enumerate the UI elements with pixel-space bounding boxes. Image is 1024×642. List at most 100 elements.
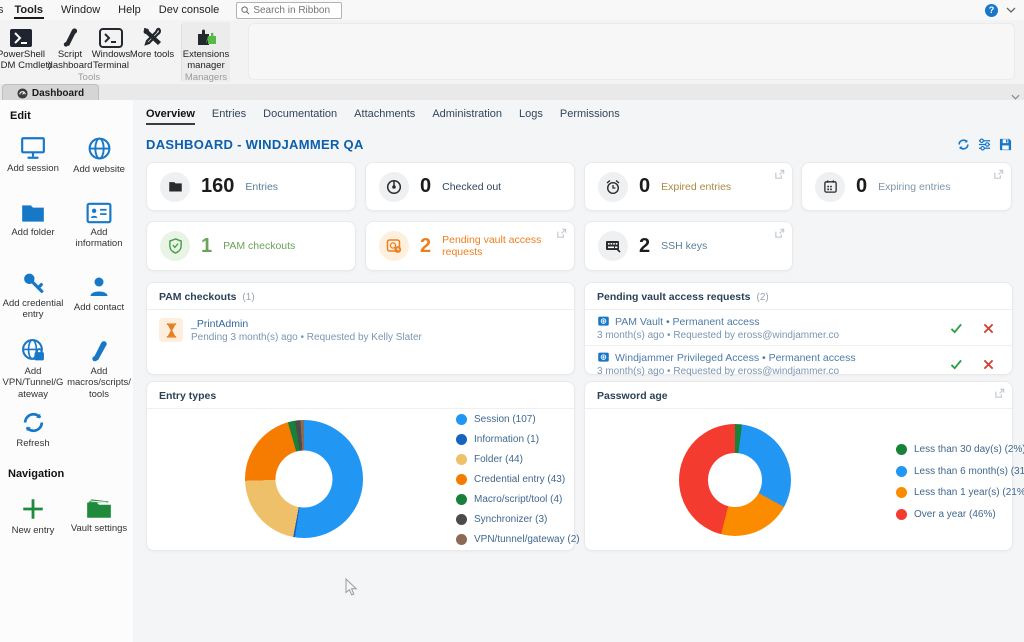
- sidebar-item-add-vpn-tunnel-gateway[interactable]: Add VPN/Tunnel/Gateway: [1, 338, 65, 400]
- pam-checkout-name[interactable]: _PrintAdmin: [191, 318, 422, 330]
- sidebar-item-label: Add VPN/Tunnel/Gateway: [1, 366, 65, 400]
- deny-x-icon[interactable]: [983, 359, 994, 370]
- tab-logs[interactable]: Logs: [519, 108, 543, 125]
- stat-card-ssh-keys[interactable]: 2 SSH keys: [584, 221, 793, 271]
- tab-dashboard[interactable]: Dashboard: [2, 84, 99, 101]
- pam-checkouts-header: PAM checkouts (1): [147, 283, 574, 310]
- sidebar-item-add-session[interactable]: Add session: [1, 136, 65, 174]
- legend-item: Less than 1 year(s) (21%): [896, 487, 1024, 498]
- request-detail: 3 month(s) ago • Requested by eross@wind…: [597, 366, 950, 377]
- sidebar-item-add-information[interactable]: Add information: [67, 202, 131, 250]
- tab-entries[interactable]: Entries: [212, 108, 246, 125]
- vault-requests-panel: Pending vault access requests (2) PAM Va…: [584, 282, 1013, 375]
- stat-card-pam-checkouts[interactable]: 1 PAM checkouts: [146, 221, 356, 271]
- refresh-dashboard-icon[interactable]: [957, 138, 970, 151]
- approve-check-icon[interactable]: [950, 323, 963, 334]
- shield-icon: [160, 231, 190, 261]
- globe-icon: [87, 136, 112, 161]
- sidebar: Edit Add session Add website Add folder …: [0, 100, 134, 642]
- menu-item-tools[interactable]: Tools: [6, 0, 53, 20]
- request-name[interactable]: PAM Vault • Permanent access: [615, 316, 760, 328]
- legend-label: Less than 1 year(s) (21%): [914, 487, 1024, 498]
- tab-documentation[interactable]: Documentation: [263, 108, 337, 125]
- legend-item: VPN/tunnel/gateway (2): [456, 534, 580, 545]
- legend-item: Folder (44): [456, 454, 523, 465]
- person-icon: [87, 275, 111, 299]
- vault-clock-icon: [379, 231, 409, 261]
- password-age-header: Password age: [585, 382, 1012, 409]
- stat-card-entries[interactable]: 160 Entries: [146, 162, 356, 211]
- dashboard-icon: [17, 88, 28, 99]
- legend-label: Less than 6 month(s) (31%): [914, 466, 1024, 477]
- tab-attachments[interactable]: Attachments: [354, 108, 415, 125]
- more-tools-button[interactable]: More tools: [126, 22, 178, 78]
- legend-label: Session (107): [474, 414, 536, 425]
- info-card-icon: [86, 202, 112, 224]
- approve-check-icon[interactable]: [950, 359, 963, 370]
- legend-label: Macro/script/tool (4): [474, 494, 562, 505]
- sidebar-item-add-folder[interactable]: Add folder: [1, 202, 65, 238]
- legend-swatch: [896, 466, 907, 477]
- external-link-icon[interactable]: [556, 228, 567, 239]
- script-dashboard-icon: [59, 22, 81, 48]
- ribbon-group-tools: Tools: [0, 72, 178, 83]
- stat-value: 0: [639, 175, 650, 198]
- extensions-manager-button[interactable]: Extensions manager: [181, 22, 231, 78]
- search-input[interactable]: [253, 5, 331, 16]
- stat-card-checked-out[interactable]: 0 Checked out: [365, 162, 575, 211]
- menu-item-window[interactable]: Window: [52, 0, 109, 20]
- deny-x-icon[interactable]: [983, 323, 994, 334]
- menu-item-help[interactable]: Help: [109, 0, 150, 20]
- sidebar-item-add-website[interactable]: Add website: [67, 136, 131, 175]
- request-name[interactable]: Windjammer Privileged Access • Permanent…: [615, 352, 856, 364]
- sidebar-item-new-entry[interactable]: New entry: [1, 496, 65, 536]
- tab-overview[interactable]: Overview: [146, 108, 195, 125]
- sidebar-item-add-credential-entry[interactable]: Add credential entry: [1, 270, 65, 321]
- vault-icon: [597, 351, 610, 364]
- request-detail: 3 month(s) ago • Requested by eross@wind…: [597, 330, 950, 341]
- vault-request-row: Windjammer Privileged Access • Permanent…: [585, 345, 1012, 381]
- stat-value: 0: [420, 175, 431, 198]
- password-age-panel: Password age Less than 30 day(s) (2%) Le…: [584, 381, 1013, 551]
- save-icon[interactable]: [999, 138, 1012, 151]
- plus-icon: [20, 496, 46, 522]
- external-link-icon[interactable]: [774, 228, 785, 239]
- sidebar-item-refresh[interactable]: Refresh: [1, 410, 65, 449]
- sidebar-item-label: Add folder: [11, 227, 54, 238]
- sidebar-item-label: New entry: [12, 525, 55, 536]
- ribbon-search-box[interactable]: [236, 2, 342, 19]
- key-icon: [21, 270, 46, 295]
- sidebar-item-add-macros-scripts-tools[interactable]: Add macros/scripts/tools: [67, 338, 131, 400]
- legend-swatch: [456, 414, 467, 425]
- panel-title: Entry types: [159, 390, 216, 402]
- legend-swatch: [896, 444, 907, 455]
- external-link-icon[interactable]: [774, 169, 785, 180]
- legend-item: Less than 30 day(s) (2%): [896, 444, 1024, 455]
- sidebar-item-label: Add session: [7, 163, 59, 174]
- more-tools-label: More tools: [130, 50, 174, 61]
- external-link-icon[interactable]: [994, 388, 1005, 399]
- tab-administration[interactable]: Administration: [432, 108, 502, 125]
- sidebar-item-vault-settings[interactable]: Vault settings: [67, 496, 131, 534]
- menu-item-dev-console[interactable]: Dev console: [150, 0, 229, 20]
- document-tab-strip: Dashboard: [0, 84, 1024, 100]
- pam-checkouts-panel: PAM checkouts (1) _PrintAdmin Pending 3 …: [146, 282, 575, 375]
- stat-card-expired-entries[interactable]: 0 Expired entries: [584, 162, 793, 211]
- stat-card-expiring-entries[interactable]: 0 Expiring entries: [801, 162, 1012, 211]
- legend-item: Macro/script/tool (4): [456, 494, 562, 505]
- filter-settings-icon[interactable]: [978, 138, 991, 151]
- sidebar-item-label: Vault settings: [71, 523, 127, 534]
- folder-icon: [20, 202, 46, 224]
- menu-bar: s Tools Window Help Dev console ?: [0, 0, 1024, 21]
- stat-card-pending-vault-access-requests[interactable]: 2 Pending vault access requests: [365, 221, 575, 271]
- tab-permissions[interactable]: Permissions: [560, 108, 620, 125]
- legend-label: Synchronizer (3): [474, 514, 547, 525]
- application-window: s Tools Window Help Dev console ? PowerS…: [0, 0, 1024, 642]
- help-icon[interactable]: ?: [985, 4, 998, 17]
- stat-label: PAM checkouts: [223, 240, 295, 252]
- chevron-down-icon[interactable]: [1006, 7, 1016, 13]
- legend-item: Over a year (46%): [896, 509, 996, 520]
- main-content: Overview Entries Documentation Attachmen…: [133, 100, 1024, 642]
- sidebar-item-add-contact[interactable]: Add contact: [67, 275, 131, 313]
- external-link-icon[interactable]: [993, 169, 1004, 180]
